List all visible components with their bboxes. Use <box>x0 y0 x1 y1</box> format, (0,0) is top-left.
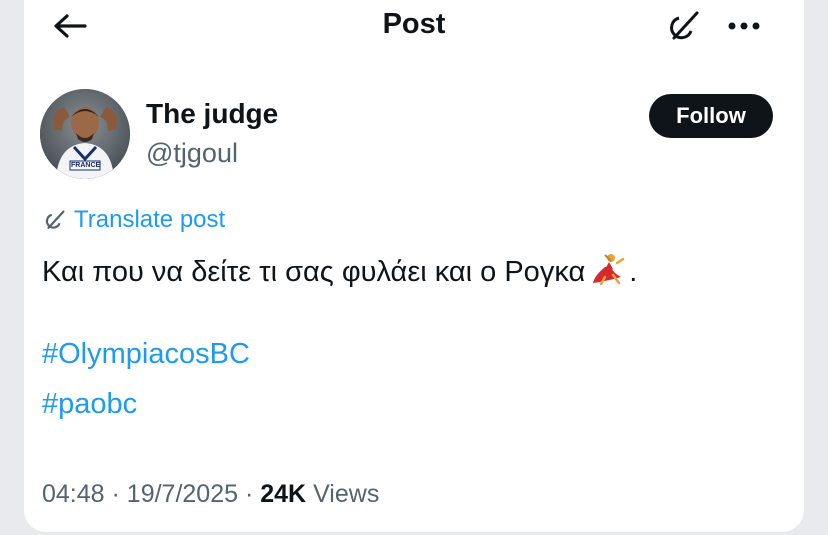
more-horizontal-icon <box>728 22 760 30</box>
avatar-jersey-text: FRANCE <box>71 162 101 169</box>
hashtag-paobc[interactable]: #paobc <box>42 388 137 421</box>
author-display-name[interactable]: The judge <box>146 98 278 130</box>
avatar[interactable]: FRANCE <box>40 89 130 179</box>
post-body: Και που να δείτε τι σας φυλάει και ο Ρογ… <box>42 256 586 288</box>
post-meta: 04:48 · 19/7/2025 · 24K Views <box>42 480 379 509</box>
views-label: Views <box>313 480 380 508</box>
meta-separator: · <box>111 480 120 508</box>
meta-separator: · <box>244 480 254 508</box>
translate-post-label: Translate post <box>74 206 226 233</box>
post-trailing-punctuation: . <box>629 256 638 288</box>
author-handle[interactable]: @tjgoul <box>146 138 238 169</box>
post-text: Και που να δείτε τι σας φυλάει και ο Ρογ… <box>42 253 637 293</box>
back-button[interactable] <box>50 8 90 44</box>
more-options-button[interactable] <box>722 8 766 44</box>
grok-icon <box>670 11 699 40</box>
woman-dancing-emoji <box>591 253 627 293</box>
grok-icon <box>45 210 65 229</box>
hashtag-olympiacosbc[interactable]: #OlympiacosBC <box>42 338 250 371</box>
post-time[interactable]: 04:48 <box>42 480 105 508</box>
top-bar: Post <box>0 0 828 52</box>
follow-button[interactable]: Follow <box>649 94 773 138</box>
grok-button[interactable] <box>664 6 704 46</box>
post-date[interactable]: 19/7/2025 <box>127 480 238 508</box>
views-count[interactable]: 24K <box>260 480 306 508</box>
translate-post-link[interactable]: Translate post <box>44 206 225 234</box>
arrow-left-icon <box>54 14 87 38</box>
